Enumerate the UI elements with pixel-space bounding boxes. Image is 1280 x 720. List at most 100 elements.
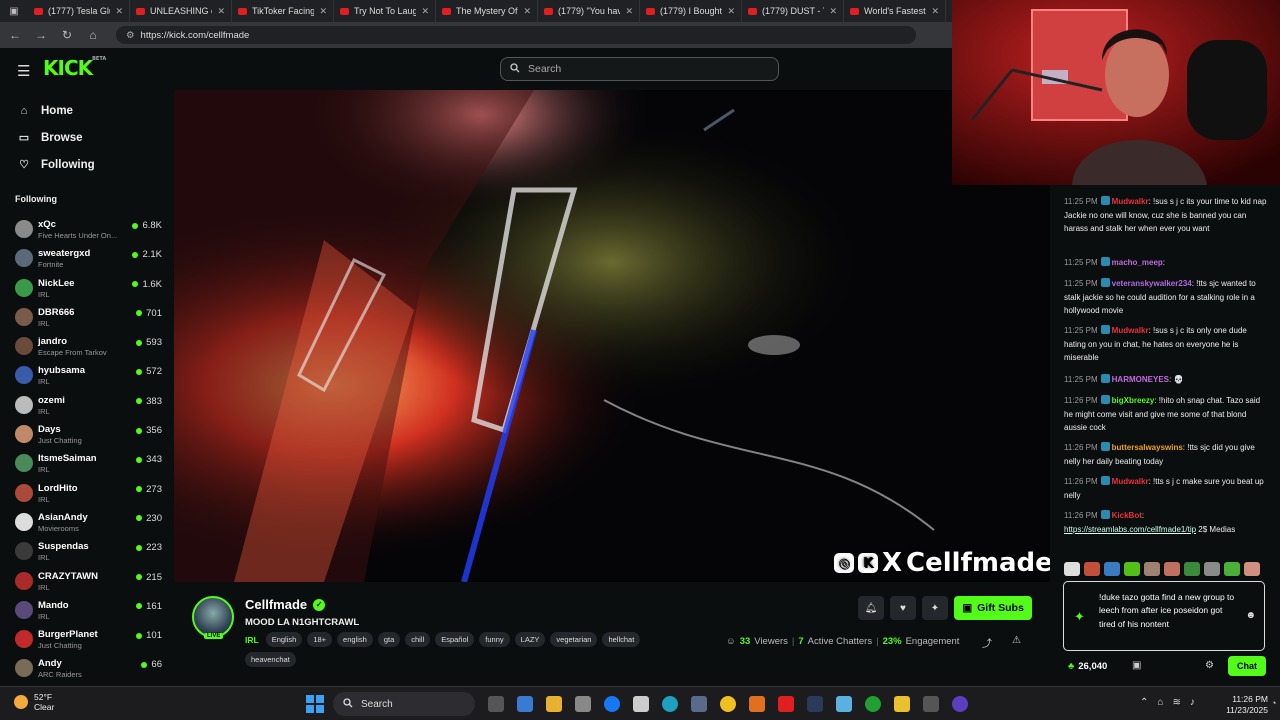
close-icon[interactable]: ✕ (319, 6, 327, 17)
network-icon[interactable]: ⌂ (1157, 697, 1163, 708)
close-icon[interactable]: ✕ (523, 6, 531, 17)
stream-tag[interactable]: gta (377, 632, 401, 647)
browser-tab[interactable]: (1779) DUST - Yo ✕ (742, 0, 844, 22)
chat-input[interactable]: ✦ !duke tazo gotta find a new group to l… (1063, 581, 1265, 651)
emote-icon[interactable] (1124, 562, 1140, 576)
close-icon[interactable]: ✕ (829, 6, 837, 17)
stream-tag[interactable]: english (337, 632, 373, 647)
following-item[interactable]: NickLee IRL 1.6K (0, 275, 172, 304)
browser-tab[interactable]: The Mystery Of ✕ (436, 0, 538, 22)
browser-tab[interactable]: World's Fastest ✕ (844, 0, 946, 22)
start-button[interactable] (306, 695, 324, 713)
chat-username[interactable]: bigXbreezy (1112, 396, 1155, 405)
close-icon[interactable]: ✕ (727, 6, 735, 17)
forward-icon[interactable]: → (34, 28, 48, 42)
stream-tag[interactable]: English (265, 632, 303, 647)
edge-icon[interactable] (662, 696, 678, 712)
site-info-icon[interactable]: ⚙ (126, 30, 135, 41)
streamer-name[interactable]: Cellfmade ✓ (245, 597, 326, 612)
stream-tag[interactable]: hellchat (602, 632, 641, 647)
notification-bell-button[interactable]: 🔔︎ (858, 596, 884, 620)
follow-button[interactable]: ♥ (890, 596, 916, 620)
notification-icon[interactable]: ◔ (1271, 698, 1276, 708)
stream-tag[interactable]: Español (435, 632, 475, 647)
following-item[interactable]: Mando IRL 161 (0, 597, 172, 626)
following-item[interactable]: AsianAndy Movierooms 230 (0, 509, 172, 538)
following-item[interactable]: sweatergxd Fortnite 2.1K (0, 245, 172, 274)
close-icon[interactable]: ✕ (625, 6, 633, 17)
following-item[interactable]: ItsmeSaiman IRL 343 (0, 450, 172, 479)
emote-icon[interactable] (1224, 562, 1240, 576)
following-item[interactable]: BurgerPlanet Just Chatting 101 (0, 626, 172, 655)
emote-icon[interactable] (1204, 562, 1220, 576)
file-explorer-icon[interactable] (546, 696, 562, 712)
clock[interactable]: 11:26 PM 11/23/2025 (1218, 694, 1268, 716)
emote-icon[interactable] (1104, 562, 1120, 576)
close-icon[interactable]: ✕ (421, 6, 429, 17)
browser-tab[interactable]: UNLEASHING on ✕ (130, 0, 232, 22)
nav-browse[interactable]: ▭ Browse (0, 124, 172, 151)
following-item[interactable]: Suspendas IRL 223 (0, 538, 172, 567)
chat-username[interactable]: macho_meep (1112, 258, 1163, 267)
following-item[interactable]: Andy ARC Raiders 66 (0, 655, 172, 684)
stream-tag[interactable]: chill (405, 632, 431, 647)
following-item[interactable]: CRAZYTAWN IRL 215 (0, 568, 172, 597)
chat-username[interactable]: Mudwalkr (1112, 197, 1149, 206)
settings-icon[interactable]: ⚙ (1205, 660, 1214, 671)
stream-tag[interactable]: heavenchat (245, 652, 296, 667)
send-chat-button[interactable]: Chat (1228, 656, 1266, 676)
emote-icon[interactable] (1064, 562, 1080, 576)
kick-logo[interactable]: KICKBETA (43, 56, 106, 80)
volume-icon[interactable]: ♪ (1190, 697, 1195, 708)
report-icon[interactable]: ⚠ (1012, 635, 1021, 646)
stream-category[interactable]: IRL (245, 635, 259, 645)
following-item[interactable]: Days Just Chatting 356 (0, 421, 172, 450)
reload-icon[interactable]: ↻ (60, 28, 74, 42)
close-icon[interactable]: ✕ (931, 6, 939, 17)
tab-actions-icon[interactable]: ▣ (0, 6, 28, 17)
following-item[interactable]: LordHito IRL 273 (0, 480, 172, 509)
youtube-icon[interactable] (778, 696, 794, 712)
xbox-icon[interactable] (865, 696, 881, 712)
amazon-icon[interactable] (633, 696, 649, 712)
taskbar-search[interactable]: Search (333, 692, 475, 716)
clip-button[interactable]: ✦ (922, 596, 948, 620)
store-icon[interactable] (575, 696, 591, 712)
sticky-notes-icon[interactable] (894, 696, 910, 712)
wifi-icon[interactable]: ≋ (1172, 697, 1180, 708)
following-item[interactable]: jandro Escape From Tarkov 593 (0, 333, 172, 362)
following-item[interactable]: DBR666 IRL 701 (0, 304, 172, 333)
chat-username[interactable]: Mudwalkr (1112, 477, 1149, 486)
stream-tag[interactable]: funny (479, 632, 510, 647)
stream-tag[interactable]: LAZY (514, 632, 546, 647)
address-bar[interactable]: ⚙ https://kick.com/cellfmade (116, 26, 916, 44)
nav-following[interactable]: ♡ Following (0, 151, 172, 178)
emote-icon[interactable] (1184, 562, 1200, 576)
following-item[interactable]: hyubsama IRL 572 (0, 362, 172, 391)
nav-home[interactable]: ⌂ Home (0, 97, 172, 124)
menu-icon[interactable]: ☰ (17, 62, 30, 80)
emoji-picker-icon[interactable]: ☻ (1245, 610, 1256, 621)
copilot-icon[interactable] (517, 696, 533, 712)
chat-username[interactable]: Mudwalkr (1112, 326, 1149, 335)
chat-username[interactable]: KickBot (1112, 511, 1142, 520)
chat-link[interactable]: https://streamlabs.com/cellfmade1/tip (1064, 525, 1196, 534)
emote-icon[interactable] (1164, 562, 1180, 576)
channel-points[interactable]: ♣ 26,040 (1068, 661, 1107, 672)
browser-tab[interactable]: (1777) Tesla Glue ✕ (28, 0, 130, 22)
emote-icon[interactable] (1244, 562, 1260, 576)
vlc-icon[interactable] (749, 696, 765, 712)
home-icon[interactable]: ⌂ (86, 28, 100, 42)
following-item[interactable]: ozemi IRL 383 (0, 392, 172, 421)
share-icon[interactable]: ⤴ (982, 635, 992, 650)
emote-icon[interactable] (1144, 562, 1160, 576)
task-view-icon[interactable] (488, 696, 504, 712)
close-icon[interactable]: ✕ (115, 6, 123, 17)
streamer-avatar[interactable] (192, 596, 234, 638)
stream-tag[interactable]: 18+ (307, 632, 333, 647)
browser-tab[interactable]: TikToker Facing ✕ (232, 0, 334, 22)
chevron-up-icon[interactable]: ⌃ (1140, 697, 1148, 708)
chat-username[interactable]: buttersalwayswins (1112, 443, 1183, 452)
chrome-icon[interactable] (720, 696, 736, 712)
search-input[interactable]: Search (500, 57, 779, 81)
